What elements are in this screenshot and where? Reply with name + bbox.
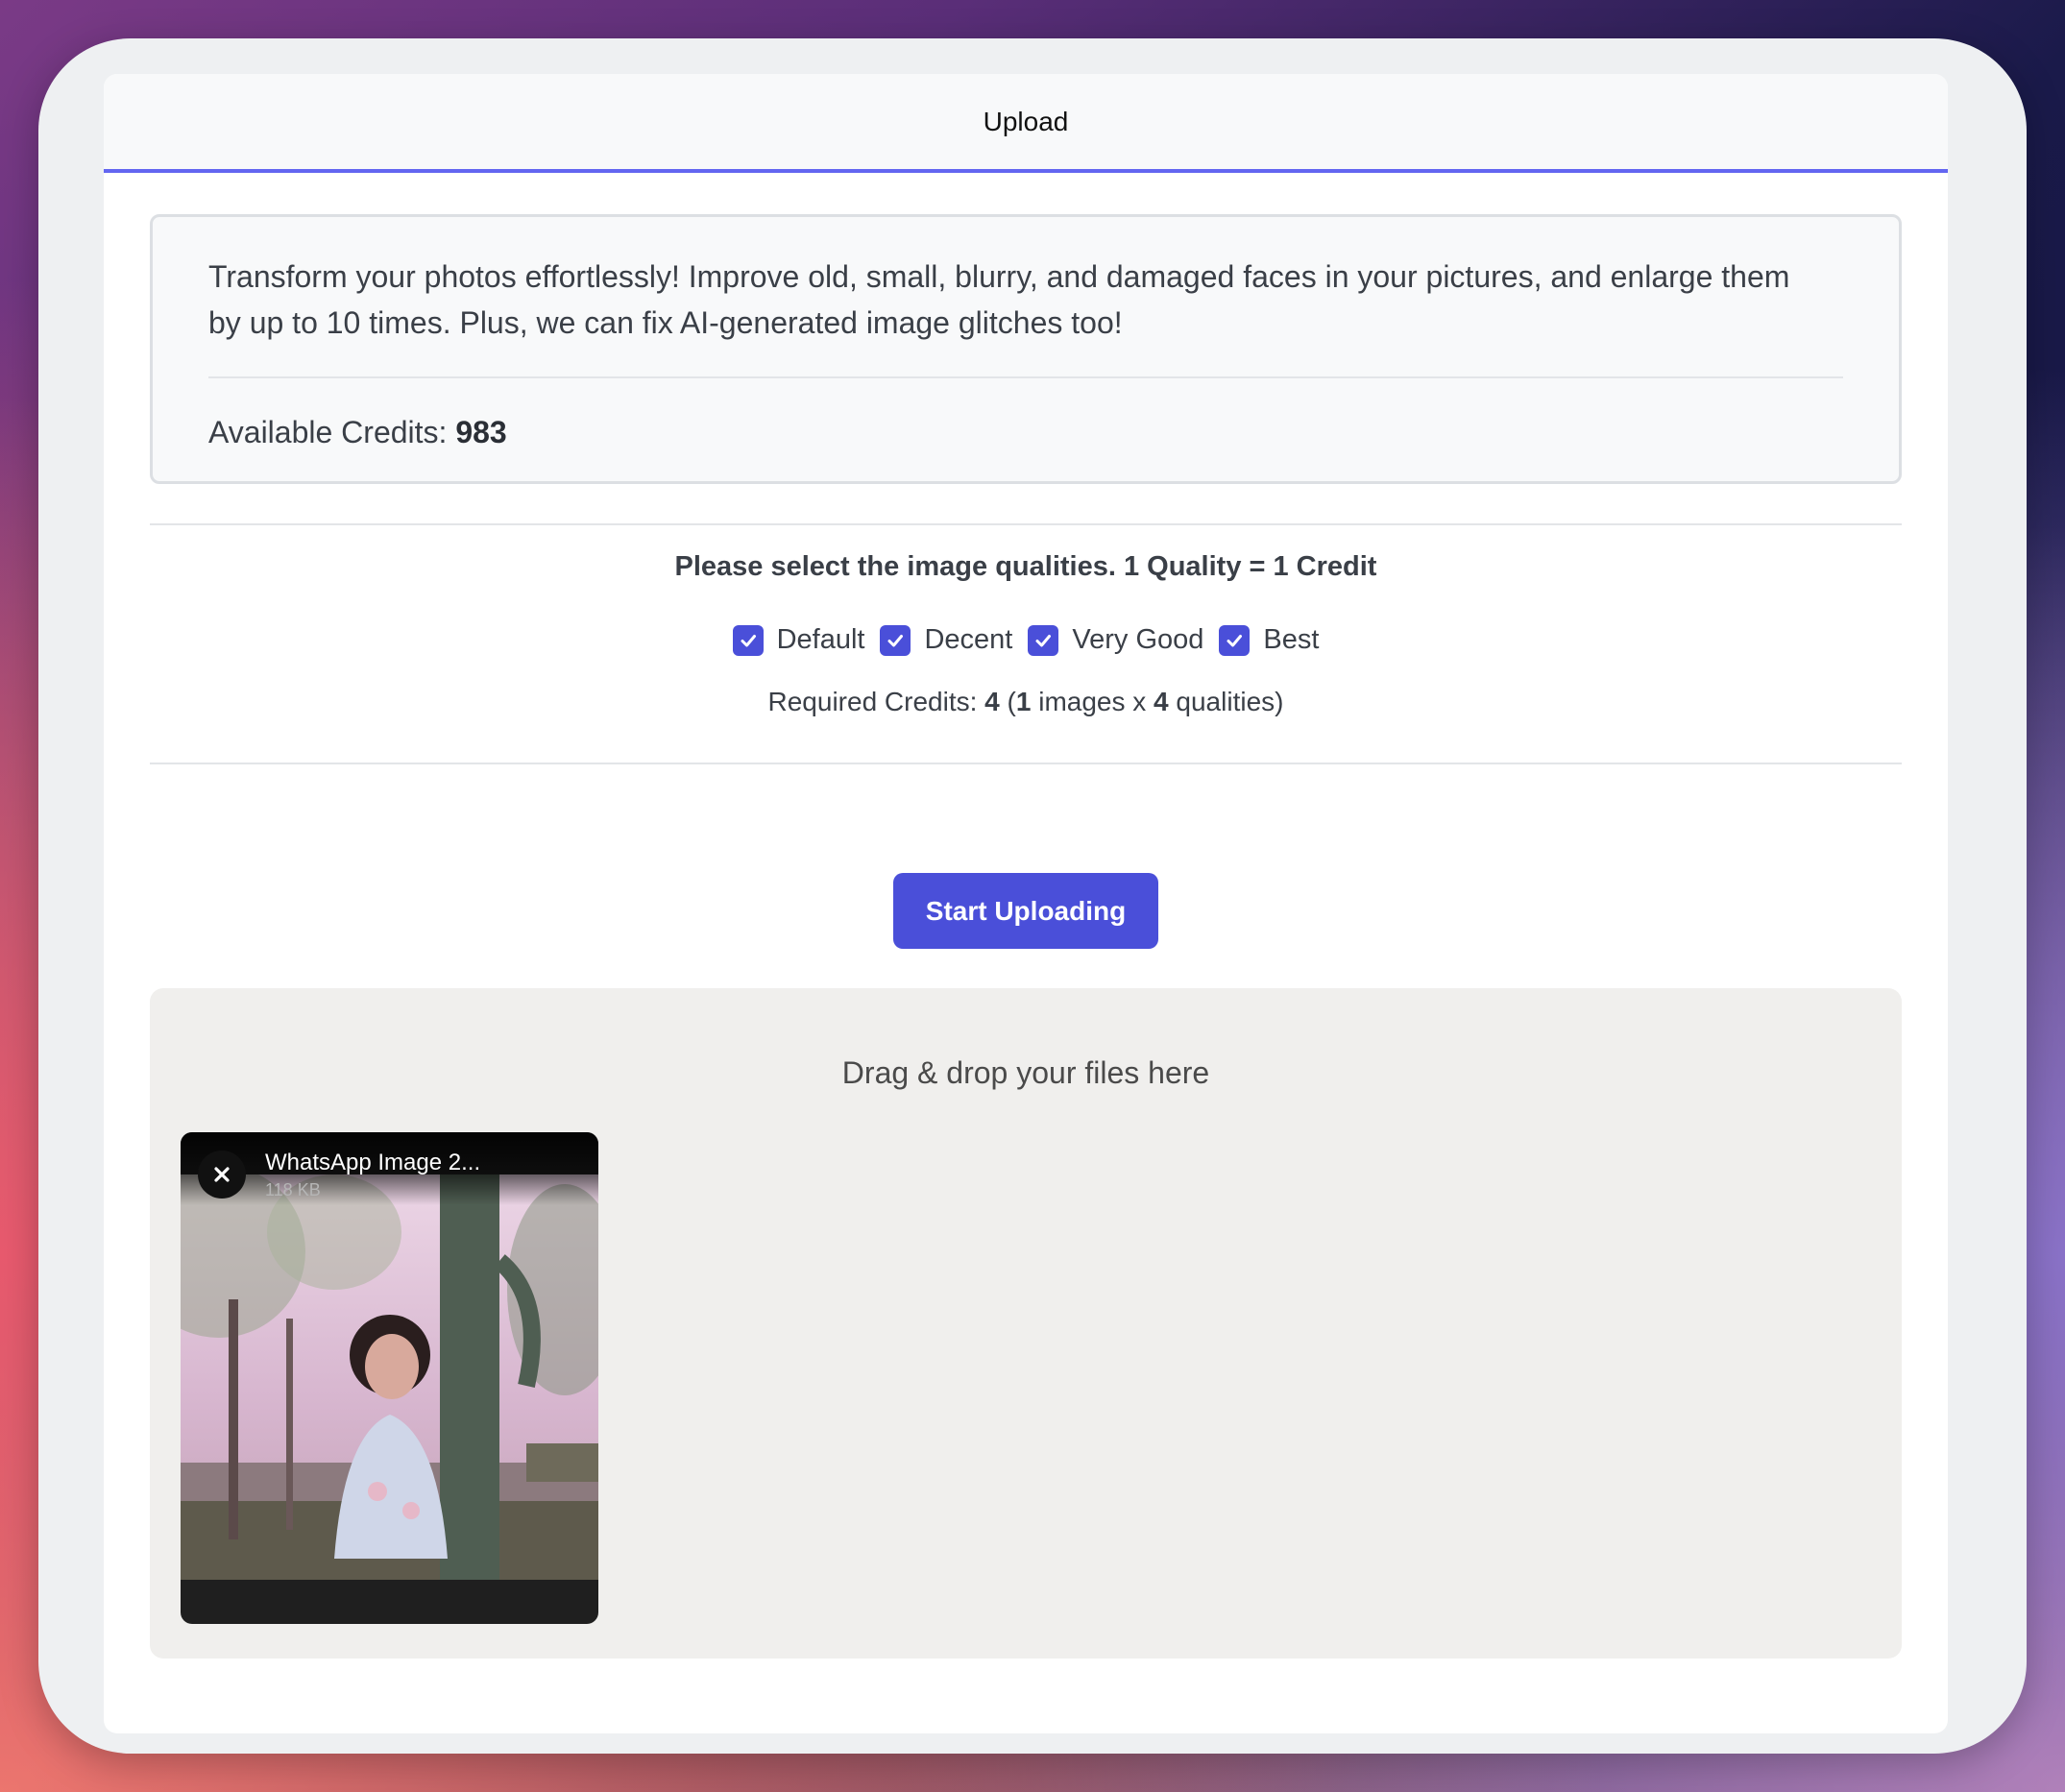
info-box: Transform your photos effortlessly! Impr… [150, 214, 1902, 484]
images-text: images x [1031, 687, 1154, 716]
quality-label-best: Best [1263, 624, 1320, 655]
check-icon [741, 634, 756, 646]
quality-label-decent: Decent [924, 624, 1013, 655]
required-open-paren: ( [999, 687, 1016, 716]
check-icon [887, 634, 904, 646]
start-uploading-button[interactable]: Start Uploading [893, 873, 1158, 949]
divider-top [150, 523, 1902, 525]
info-divider [208, 376, 1843, 378]
close-icon [214, 1167, 230, 1182]
available-credits-value: 983 [455, 415, 507, 449]
file-preview-card: WhatsApp Image 2... 118 KB [181, 1132, 598, 1624]
checkbox-very-good[interactable] [1028, 624, 1059, 656]
description-line-2: by up to 10 times. Plus, we can fix AI-g… [208, 305, 1123, 340]
quality-option-default[interactable]: Default [732, 624, 865, 656]
qualities-text: qualities) [1168, 687, 1284, 716]
description-line-1: Transform your photos effortlessly! Impr… [208, 259, 1790, 294]
quality-title: Please select the image qualities. 1 Qua… [674, 551, 1377, 582]
quality-label-default: Default [776, 624, 865, 655]
required-credits: Required Credits: 4 (1 images x 4 qualit… [104, 687, 1948, 717]
tab-upload[interactable]: Upload [104, 74, 1948, 173]
quality-option-decent[interactable]: Decent [880, 624, 1012, 656]
check-icon [1227, 634, 1243, 646]
dropzone[interactable]: Drag & drop your files here WhatsApp Ima… [150, 988, 1902, 1659]
required-credits-label: Required Credits: [767, 687, 985, 716]
remove-file-button[interactable] [198, 1150, 246, 1199]
file-name: WhatsApp Image 2... [265, 1150, 481, 1175]
file-size: 118 KB [265, 1180, 321, 1199]
quality-options: Default Decent Very Good Best [104, 624, 1948, 656]
quality-option-very-good[interactable]: Very Good [1028, 624, 1203, 656]
dropzone-prompt: Drag & drop your files here [841, 1055, 1210, 1090]
divider-bottom [150, 763, 1902, 764]
upload-card: Upload Transform your photos effortlessl… [104, 74, 1948, 1733]
description: Transform your photos effortlessly! Impr… [208, 254, 1843, 346]
qualities-count: 4 [1154, 687, 1169, 716]
quality-option-best[interactable]: Best [1219, 624, 1319, 656]
available-credits-label: Available Credits: [208, 415, 456, 449]
tab-upload-label: Upload [983, 106, 1069, 136]
image-thumbnail [181, 1174, 598, 1580]
checkbox-default[interactable] [732, 624, 764, 656]
required-credits-value: 4 [984, 687, 1000, 716]
available-credits: Available Credits: 983 [208, 415, 1843, 450]
images-count: 1 [1015, 687, 1032, 716]
checkbox-best[interactable] [1219, 624, 1251, 656]
quality-label-very-good: Very Good [1072, 624, 1204, 655]
checkbox-decent[interactable] [880, 624, 911, 656]
check-icon [1035, 634, 1052, 646]
